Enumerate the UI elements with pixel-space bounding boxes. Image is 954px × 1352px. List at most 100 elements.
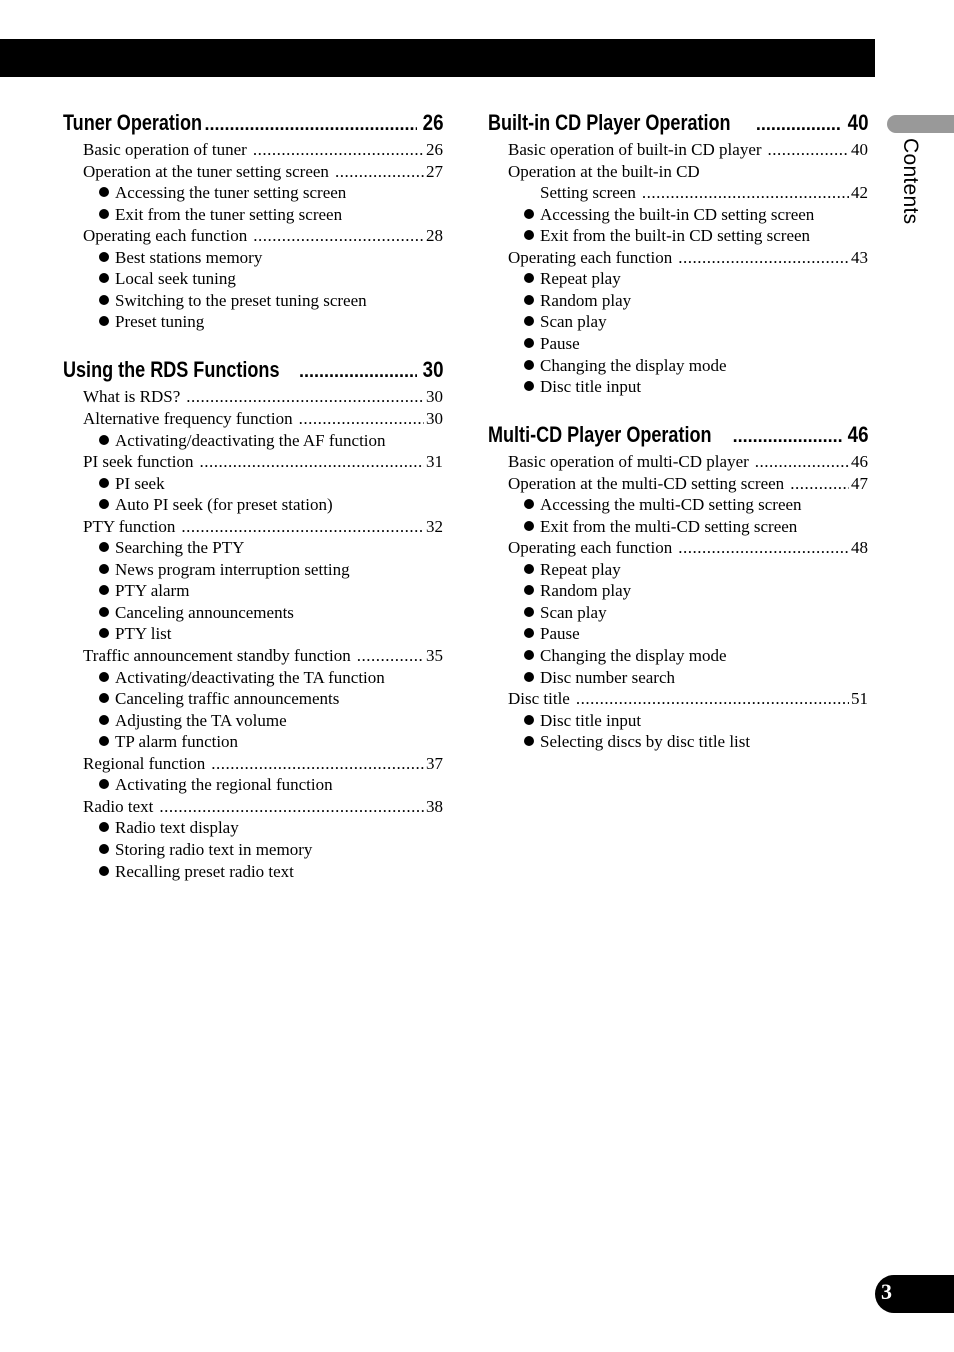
- toc-bullet-item[interactable]: Changing the display mode: [524, 356, 868, 378]
- toc-bullet-item[interactable]: Disc title input: [524, 711, 868, 733]
- toc-entry[interactable]: What is RDS?............................…: [83, 387, 443, 409]
- toc-bullet-item[interactable]: Disc title input: [524, 377, 868, 399]
- toc-entry[interactable]: Operation at the multi-CD setting screen…: [508, 474, 868, 496]
- toc-entry[interactable]: Disc title..............................…: [508, 689, 868, 711]
- toc-bullet-item[interactable]: Switching to the preset tuning screen: [99, 291, 443, 313]
- toc-entry-page: 30: [426, 387, 443, 407]
- toc-bullet-item[interactable]: PTY alarm: [99, 581, 443, 603]
- toc-bullet-text: Accessing the built-in CD setting screen: [540, 204, 815, 224]
- section-title: Built-in CD Player Operation: [488, 110, 731, 135]
- bullet-icon: [524, 208, 534, 219]
- toc-bullet-item[interactable]: PTY list: [99, 624, 443, 646]
- toc-bullet-item[interactable]: Activating the regional function: [99, 775, 443, 797]
- bullet-icon: [99, 187, 109, 198]
- toc-bullet-item[interactable]: Scan play: [524, 603, 868, 625]
- toc-entry[interactable]: Operating each function.................…: [508, 248, 868, 270]
- toc-entry[interactable]: Operation at the built-in CD: [508, 162, 868, 184]
- toc-bullet-text: Pause: [540, 624, 580, 644]
- bullet-icon: [524, 520, 534, 531]
- bullet-icon: [524, 294, 534, 305]
- toc-bullet-item[interactable]: Auto PI seek (for preset station): [99, 495, 443, 517]
- toc-entry-text: Basic operation of tuner: [83, 140, 247, 159]
- toc-entry[interactable]: Basic operation of tuner................…: [83, 140, 443, 162]
- dot-leader: ........................................…: [356, 646, 424, 665]
- bullet-icon: [524, 650, 534, 660]
- toc-bullet-item[interactable]: Random play: [524, 291, 868, 313]
- toc-bullet-item[interactable]: Repeat play: [524, 269, 868, 291]
- toc-entry-continuation[interactable]: Setting screen..........................…: [540, 183, 868, 205]
- toc-bullet-item[interactable]: Best stations memory: [99, 248, 443, 270]
- bullet-icon: [524, 671, 534, 682]
- toc-bullet-item[interactable]: Pause: [524, 334, 868, 356]
- bullet-icon: [99, 736, 109, 747]
- toc-entry-page: 42: [851, 183, 868, 203]
- toc-bullet-item[interactable]: Recalling preset radio text: [99, 862, 443, 884]
- toc-bullet-item[interactable]: Canceling traffic announcements: [99, 689, 443, 711]
- toc-bullet-item[interactable]: Repeat play: [524, 560, 868, 582]
- toc-bullet-item[interactable]: Exit from the multi-CD setting screen: [524, 517, 868, 539]
- toc-bullet-item[interactable]: Storing radio text in memory: [99, 840, 443, 862]
- toc-bullet-text: Activating/deactivating the AF function: [115, 430, 386, 450]
- bullet-icon: [99, 822, 109, 833]
- toc-entry[interactable]: PTY function............................…: [83, 517, 443, 539]
- bullet-icon: [524, 381, 534, 392]
- bullet-icon: [99, 316, 109, 327]
- section-page: 40: [847, 110, 868, 135]
- toc-entry[interactable]: Operating each function.................…: [83, 226, 443, 248]
- toc-bullet-item[interactable]: Local seek tuning: [99, 269, 443, 291]
- toc-entry-text: Operation at the tuner setting screen: [83, 161, 329, 181]
- bullet-icon: [524, 563, 534, 574]
- toc-bullet-item[interactable]: Changing the display mode: [524, 646, 868, 668]
- toc-bullet-item[interactable]: Disc number search: [524, 668, 868, 690]
- toc-entry[interactable]: Basic operation of built-in CD player...…: [508, 140, 868, 162]
- section-heading[interactable]: Using the RDS Functions.................…: [63, 357, 443, 385]
- toc-bullet-item[interactable]: Exit from the tuner setting screen: [99, 205, 443, 227]
- toc-entry-text: Operation at the multi-CD setting screen: [508, 473, 785, 493]
- bullet-icon: [524, 628, 534, 639]
- section-heading[interactable]: Built-in CD Player Operation............…: [488, 110, 868, 138]
- toc-bullet-item[interactable]: Accessing the multi-CD setting screen: [524, 495, 868, 517]
- toc-bullet-item[interactable]: Exit from the built-in CD setting screen: [524, 226, 868, 248]
- contents-side-label: Contents: [896, 138, 922, 238]
- toc-entry[interactable]: Traffic announcement standby function...…: [83, 646, 443, 668]
- toc-entry[interactable]: Operating each function.................…: [508, 538, 868, 560]
- toc-bullet-item[interactable]: Scan play: [524, 312, 868, 334]
- toc-bullet-item[interactable]: Activating/deactivating the TA function: [99, 668, 443, 690]
- toc-bullet-item[interactable]: Preset tuning: [99, 312, 443, 334]
- toc-bullet-item[interactable]: PI seek: [99, 474, 443, 496]
- toc-entry[interactable]: Alternative frequency function..........…: [83, 409, 443, 431]
- toc-bullet-item[interactable]: Activating/deactivating the AF function: [99, 431, 443, 453]
- toc-bullet-item[interactable]: Radio text display: [99, 818, 443, 840]
- toc-bullet-item[interactable]: Random play: [524, 581, 868, 603]
- toc-bullet-text: Random play: [540, 581, 632, 601]
- toc-bullet-item[interactable]: TP alarm function: [99, 732, 443, 754]
- toc-bullet-item[interactable]: Searching the PTY: [99, 538, 443, 560]
- toc-entry-text: What is RDS?: [83, 387, 181, 407]
- dot-leader: ........................................…: [678, 247, 849, 267]
- toc-bullet-text: Best stations memory: [115, 247, 263, 267]
- toc-bullet-item[interactable]: News program interruption setting: [99, 560, 443, 582]
- toc-bullet-item[interactable]: Canceling announcements: [99, 603, 443, 625]
- toc-entry-page: 26: [426, 140, 443, 159]
- toc-entry-page: 31: [426, 452, 443, 472]
- toc-entry[interactable]: Regional function.......................…: [83, 754, 443, 776]
- section-heading[interactable]: Tuner Operation.........................…: [63, 110, 443, 138]
- toc-bullet-item[interactable]: Adjusting the TA volume: [99, 711, 443, 733]
- bullet-icon: [99, 294, 109, 305]
- toc-entry[interactable]: PI seek function........................…: [83, 452, 443, 474]
- toc-bullet-text: Accessing the multi-CD setting screen: [540, 495, 802, 515]
- bullet-icon: [99, 251, 109, 262]
- toc-entry-text: Traffic announcement standby function: [83, 646, 351, 665]
- toc-bullet-item[interactable]: Accessing the tuner setting screen: [99, 183, 443, 205]
- toc-bullet-item[interactable]: Selecting discs by disc title list: [524, 732, 868, 754]
- toc-bullet-text: Pause: [540, 333, 580, 353]
- toc-entry[interactable]: Operation at the tuner setting screen...…: [83, 162, 443, 184]
- toc-entry[interactable]: Basic operation of multi-CD player......…: [508, 452, 868, 474]
- toc-bullet-text: Random play: [540, 290, 632, 310]
- toc-entry[interactable]: Radio text..............................…: [83, 797, 443, 819]
- bullet-icon: [99, 671, 109, 682]
- toc-bullet-item[interactable]: Accessing the built-in CD setting screen: [524, 205, 868, 227]
- section-heading[interactable]: Multi-CD Player Operation...............…: [488, 422, 868, 450]
- toc-bullet-item[interactable]: Pause: [524, 624, 868, 646]
- toc-entry-page: 38: [426, 796, 443, 816]
